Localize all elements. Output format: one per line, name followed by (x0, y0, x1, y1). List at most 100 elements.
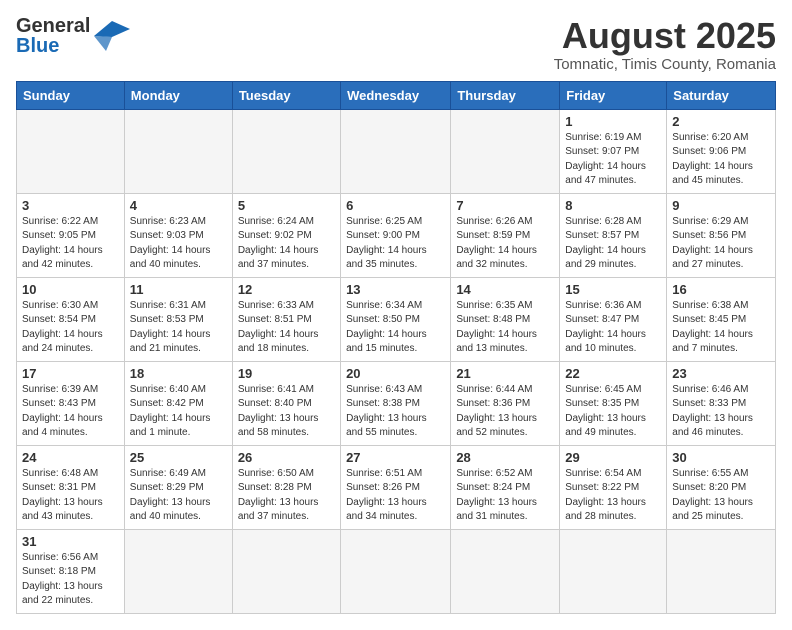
weekday-header-monday: Monday (124, 81, 232, 109)
calendar-cell: 17 Sunrise: 6:39 AM Sunset: 8:43 PM Dayli… (17, 361, 125, 445)
day-number: 13 (346, 282, 445, 297)
calendar-cell (667, 529, 776, 613)
day-number: 26 (238, 450, 335, 465)
weekday-header-sunday: Sunday (17, 81, 125, 109)
day-number: 25 (130, 450, 227, 465)
logo-bird-icon (94, 21, 130, 51)
day-number: 5 (238, 198, 335, 213)
day-info: Sunrise: 6:24 AM Sunset: 9:02 PM Dayligh… (238, 215, 335, 273)
calendar-title: August 2025 (554, 16, 776, 56)
calendar-cell (232, 109, 340, 193)
day-number: 4 (130, 198, 227, 213)
calendar-week-row: 10 Sunrise: 6:30 AM Sunset: 8:54 PM Dayli… (17, 277, 776, 361)
day-number: 14 (456, 282, 554, 297)
calendar-cell: 2Sunrise: 6:20 AM Sunset: 9:06 PM Daylig… (667, 109, 776, 193)
day-info: Sunrise: 6:40 AM Sunset: 8:42 PM Dayligh… (130, 383, 227, 441)
calendar-table: SundayMondayTuesdayWednesdayThursdayFrid… (16, 81, 776, 614)
calendar-cell: 4 Sunrise: 6:23 AM Sunset: 9:03 PM Daylig… (124, 193, 232, 277)
day-info: Sunrise: 6:35 AM Sunset: 8:48 PM Dayligh… (456, 299, 554, 357)
calendar-week-row: 1Sunrise: 6:19 AM Sunset: 9:07 PM Daylig… (17, 109, 776, 193)
day-number: 8 (565, 198, 661, 213)
day-number: 10 (22, 282, 119, 297)
day-info: Sunrise: 6:20 AM Sunset: 9:06 PM Dayligh… (672, 131, 770, 189)
day-info: Sunrise: 6:46 AM Sunset: 8:33 PM Dayligh… (672, 383, 770, 441)
calendar-cell: 16Sunrise: 6:38 AM Sunset: 8:45 PM Dayli… (667, 277, 776, 361)
day-info: Sunrise: 6:31 AM Sunset: 8:53 PM Dayligh… (130, 299, 227, 357)
day-info: Sunrise: 6:28 AM Sunset: 8:57 PM Dayligh… (565, 215, 661, 273)
day-info: Sunrise: 6:54 AM Sunset: 8:22 PM Dayligh… (565, 467, 661, 525)
day-number: 24 (22, 450, 119, 465)
calendar-cell: 22 Sunrise: 6:45 AM Sunset: 8:35 PM Dayli… (560, 361, 667, 445)
day-info: Sunrise: 6:56 AM Sunset: 8:18 PM Dayligh… (22, 551, 119, 609)
weekday-header-friday: Friday (560, 81, 667, 109)
day-info: Sunrise: 6:30 AM Sunset: 8:54 PM Dayligh… (22, 299, 119, 357)
day-number: 28 (456, 450, 554, 465)
logo-name: General Blue (16, 16, 90, 56)
day-number: 19 (238, 366, 335, 381)
calendar-cell: 15Sunrise: 6:36 AM Sunset: 8:47 PM Dayli… (560, 277, 667, 361)
calendar-week-row: 31 Sunrise: 6:56 AM Sunset: 8:18 PM Dayli… (17, 529, 776, 613)
day-info: Sunrise: 6:34 AM Sunset: 8:50 PM Dayligh… (346, 299, 445, 357)
day-number: 23 (672, 366, 770, 381)
calendar-cell: 18 Sunrise: 6:40 AM Sunset: 8:42 PM Dayli… (124, 361, 232, 445)
calendar-week-row: 17 Sunrise: 6:39 AM Sunset: 8:43 PM Dayli… (17, 361, 776, 445)
day-info: Sunrise: 6:23 AM Sunset: 9:03 PM Dayligh… (130, 215, 227, 273)
day-number: 20 (346, 366, 445, 381)
day-info: Sunrise: 6:39 AM Sunset: 8:43 PM Dayligh… (22, 383, 119, 441)
calendar-cell: 3Sunrise: 6:22 AM Sunset: 9:05 PM Daylig… (17, 193, 125, 277)
header: General Blue August 2025 Tomnatic, Timis… (16, 16, 776, 73)
day-number: 9 (672, 198, 770, 213)
day-number: 18 (130, 366, 227, 381)
calendar-cell (17, 109, 125, 193)
day-number: 11 (130, 282, 227, 297)
day-info: Sunrise: 6:49 AM Sunset: 8:29 PM Dayligh… (130, 467, 227, 525)
calendar-cell (451, 529, 560, 613)
calendar-cell: 23 Sunrise: 6:46 AM Sunset: 8:33 PM Dayli… (667, 361, 776, 445)
day-number: 22 (565, 366, 661, 381)
calendar-cell: 20Sunrise: 6:43 AM Sunset: 8:38 PM Dayli… (341, 361, 451, 445)
calendar-cell: 28 Sunrise: 6:52 AM Sunset: 8:24 PM Dayli… (451, 445, 560, 529)
weekday-header-thursday: Thursday (451, 81, 560, 109)
calendar-cell: 8 Sunrise: 6:28 AM Sunset: 8:57 PM Daylig… (560, 193, 667, 277)
calendar-cell (560, 529, 667, 613)
day-info: Sunrise: 6:48 AM Sunset: 8:31 PM Dayligh… (22, 467, 119, 525)
day-number: 17 (22, 366, 119, 381)
calendar-cell: 12 Sunrise: 6:33 AM Sunset: 8:51 PM Dayli… (232, 277, 340, 361)
calendar-cell: 27 Sunrise: 6:51 AM Sunset: 8:26 PM Dayli… (341, 445, 451, 529)
day-number: 29 (565, 450, 661, 465)
day-number: 27 (346, 450, 445, 465)
calendar-cell: 9 Sunrise: 6:29 AM Sunset: 8:56 PM Daylig… (667, 193, 776, 277)
day-info: Sunrise: 6:55 AM Sunset: 8:20 PM Dayligh… (672, 467, 770, 525)
calendar-cell: 14 Sunrise: 6:35 AM Sunset: 8:48 PM Dayli… (451, 277, 560, 361)
day-info: Sunrise: 6:33 AM Sunset: 8:51 PM Dayligh… (238, 299, 335, 357)
calendar-cell: 31 Sunrise: 6:56 AM Sunset: 8:18 PM Dayli… (17, 529, 125, 613)
title-area: August 2025 Tomnatic, Timis County, Roma… (554, 16, 776, 73)
calendar-cell: 19 Sunrise: 6:41 AM Sunset: 8:40 PM Dayli… (232, 361, 340, 445)
day-info: Sunrise: 6:45 AM Sunset: 8:35 PM Dayligh… (565, 383, 661, 441)
day-info: Sunrise: 6:52 AM Sunset: 8:24 PM Dayligh… (456, 467, 554, 525)
calendar-cell: 30 Sunrise: 6:55 AM Sunset: 8:20 PM Dayli… (667, 445, 776, 529)
day-number: 31 (22, 534, 119, 549)
calendar-cell: 21Sunrise: 6:44 AM Sunset: 8:36 PM Dayli… (451, 361, 560, 445)
calendar-cell: 1Sunrise: 6:19 AM Sunset: 9:07 PM Daylig… (560, 109, 667, 193)
day-info: Sunrise: 6:29 AM Sunset: 8:56 PM Dayligh… (672, 215, 770, 273)
day-info: Sunrise: 6:22 AM Sunset: 9:05 PM Dayligh… (22, 215, 119, 273)
weekday-header-tuesday: Tuesday (232, 81, 340, 109)
calendar-cell (341, 109, 451, 193)
calendar-cell (124, 109, 232, 193)
calendar-cell: 29 Sunrise: 6:54 AM Sunset: 8:22 PM Dayli… (560, 445, 667, 529)
day-number: 6 (346, 198, 445, 213)
day-info: Sunrise: 6:51 AM Sunset: 8:26 PM Dayligh… (346, 467, 445, 525)
calendar-cell (124, 529, 232, 613)
weekday-header-wednesday: Wednesday (341, 81, 451, 109)
calendar-cell (341, 529, 451, 613)
day-number: 12 (238, 282, 335, 297)
day-number: 15 (565, 282, 661, 297)
day-info: Sunrise: 6:41 AM Sunset: 8:40 PM Dayligh… (238, 383, 335, 441)
calendar-cell: 11 Sunrise: 6:31 AM Sunset: 8:53 PM Dayli… (124, 277, 232, 361)
day-number: 30 (672, 450, 770, 465)
calendar-cell: 6Sunrise: 6:25 AM Sunset: 9:00 PM Daylig… (341, 193, 451, 277)
calendar-cell: 24 Sunrise: 6:48 AM Sunset: 8:31 PM Dayli… (17, 445, 125, 529)
calendar-cell: 13 Sunrise: 6:34 AM Sunset: 8:50 PM Dayli… (341, 277, 451, 361)
logo-blue: Blue (16, 36, 59, 56)
